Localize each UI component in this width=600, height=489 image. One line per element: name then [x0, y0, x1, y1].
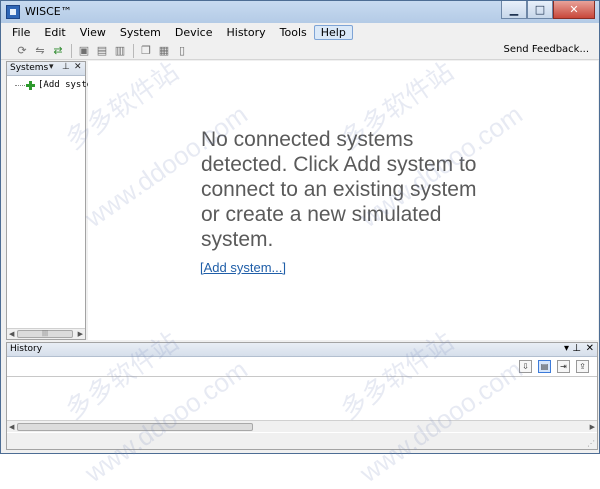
scroll-left-icon[interactable]: ◀: [9, 330, 14, 338]
app-window: WISCE™ ▁ □ ✕ File Edit View System Devic…: [0, 0, 600, 488]
history-panel-header: History ▾ ⊥ ✕: [7, 343, 597, 357]
history-horizontal-scrollbar[interactable]: ◀ ▶: [7, 420, 597, 432]
tree-item-add-system[interactable]: [Add syste: [15, 79, 92, 91]
send-feedback-link[interactable]: Send Feedback...: [503, 44, 589, 55]
refresh-icon[interactable]: ⟳: [15, 44, 29, 58]
close-icon[interactable]: ✕: [586, 343, 594, 354]
copy-icon[interactable]: ❐: [139, 44, 153, 58]
menu-help[interactable]: Help: [313, 25, 353, 40]
close-button[interactable]: ✕: [553, 1, 595, 19]
pin-icon[interactable]: ⊥: [62, 62, 70, 72]
menu-history[interactable]: History: [220, 25, 273, 40]
minimize-button[interactable]: ▁: [501, 1, 527, 19]
scrollbar-thumb[interactable]: |||: [17, 330, 73, 338]
toolbar-separator: [133, 43, 134, 58]
systems-horizontal-scrollbar[interactable]: ◀ ||| ▶: [7, 328, 85, 339]
resize-grip-icon[interactable]: ⋰: [587, 439, 595, 448]
scroll-right-icon[interactable]: ▶: [590, 423, 595, 431]
export-icon[interactable]: ⇩: [519, 360, 532, 373]
history-panel: History ▾ ⊥ ✕ ⇩ ▤ ⇥ ⇪ ◀ ▶ ⋰: [6, 342, 598, 450]
menu-bar: File Edit View System Device History Too…: [1, 23, 599, 42]
register-icon[interactable]: ▣: [77, 44, 91, 58]
menu-tools[interactable]: Tools: [273, 25, 314, 40]
menu-device[interactable]: Device: [168, 25, 220, 40]
connect-icon[interactable]: ⇄: [51, 44, 65, 58]
view-icon[interactable]: ▤: [538, 360, 551, 373]
menu-file[interactable]: File: [5, 25, 37, 40]
replay-icon[interactable]: ⇪: [576, 360, 589, 373]
scrollbar-thumb[interactable]: [17, 423, 253, 431]
window-title: WISCE™: [25, 5, 72, 18]
toolbar: ⟳ ⇋ ⇄ ▣ ▤ ▥ ❐ ▦ ▯ Send Feedback...: [1, 42, 599, 60]
scroll-right-icon[interactable]: ▶: [78, 330, 83, 338]
close-icon[interactable]: ✕: [74, 62, 82, 72]
history-panel-title: History: [10, 344, 43, 354]
chevron-down-icon[interactable]: ▾: [49, 62, 54, 72]
tree-item-label: [Add syste: [38, 80, 93, 90]
systems-panel-title: Systems: [10, 63, 49, 73]
write-icon[interactable]: ▥: [113, 44, 127, 58]
systems-panel: Systems ▾ ⊥ ✕ [Add syste ◀ ||| ▶: [6, 61, 92, 340]
title-bar[interactable]: WISCE™ ▁ □ ✕: [1, 1, 599, 23]
menu-edit[interactable]: Edit: [37, 25, 72, 40]
tree-connector: [15, 84, 25, 86]
app-icon: [6, 5, 20, 19]
read-icon[interactable]: ▤: [95, 44, 109, 58]
menu-system[interactable]: System: [113, 25, 168, 40]
systems-panel-header: Systems ▾ ⊥ ✕: [7, 62, 85, 76]
pin-icon[interactable]: ⊥: [572, 343, 581, 354]
menu-view[interactable]: View: [73, 25, 113, 40]
history-list[interactable]: [7, 376, 597, 420]
history-toolbar: ⇩ ▤ ⇥ ⇪: [513, 360, 589, 373]
main-content: No connected systems detected. Click Add…: [88, 61, 598, 340]
disconnect-icon[interactable]: ⇋: [33, 44, 47, 58]
window-controls: ▁ □ ✕: [501, 1, 595, 19]
toolbar-separator: [71, 43, 72, 58]
scroll-left-icon[interactable]: ◀: [9, 423, 14, 431]
status-bar: ⋰: [7, 433, 597, 449]
chevron-down-icon[interactable]: ▾: [564, 343, 569, 354]
grid-icon[interactable]: ▦: [157, 44, 171, 58]
add-system-link[interactable]: [Add system...]: [200, 260, 286, 275]
maximize-button[interactable]: □: [527, 1, 553, 19]
document-icon[interactable]: ▯: [175, 44, 189, 58]
add-icon: [26, 80, 35, 90]
import-icon[interactable]: ⇥: [557, 360, 570, 373]
no-systems-message: No connected systems detected. Click Add…: [201, 128, 477, 251]
